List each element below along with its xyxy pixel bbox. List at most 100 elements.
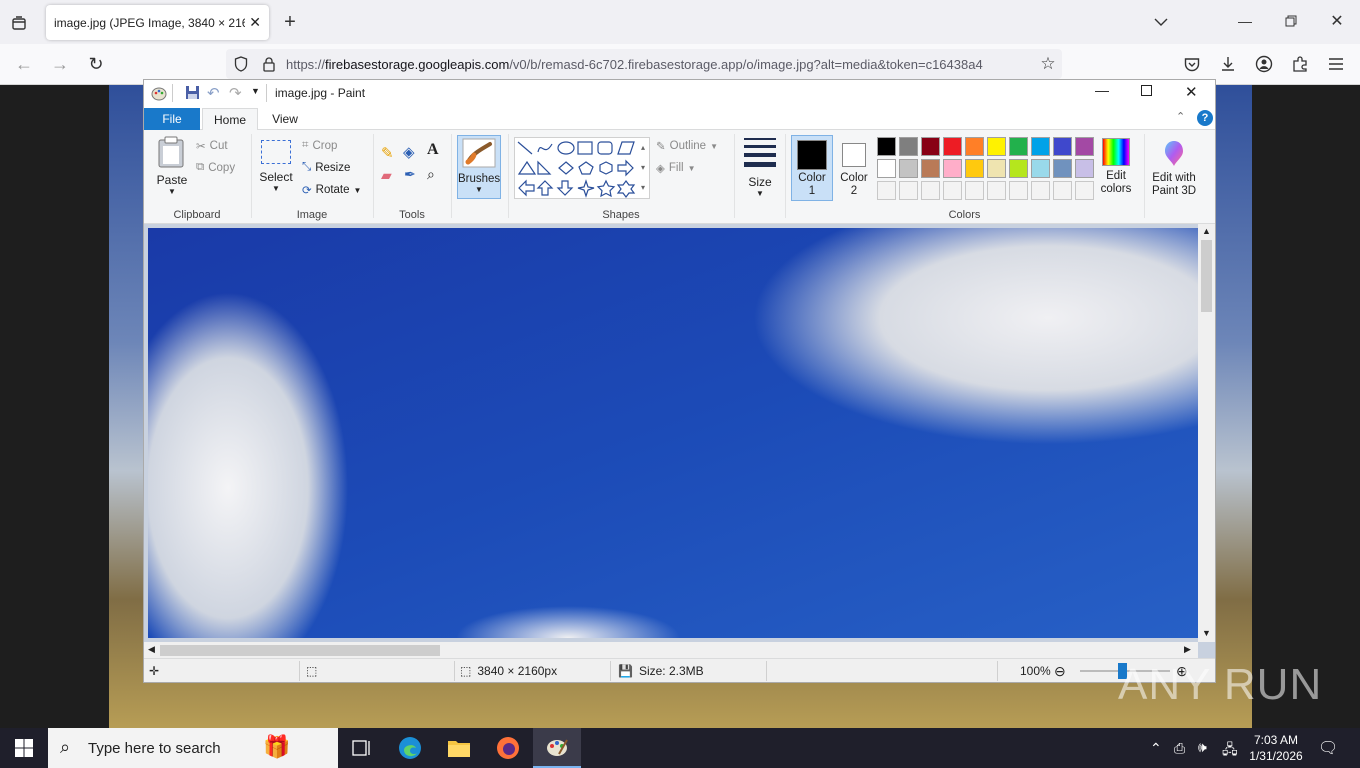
redo-icon[interactable]: ↷ <box>229 84 242 102</box>
new-tab-icon[interactable]: + <box>280 11 300 33</box>
palette-swatch[interactable] <box>1009 181 1028 200</box>
paint-maximize-icon[interactable] <box>1141 85 1152 99</box>
help-icon[interactable]: ? <box>1197 110 1213 126</box>
palette-swatch[interactable] <box>1075 137 1094 156</box>
horizontal-scrollbar[interactable]: ◀ ▶ <box>144 642 1198 658</box>
color-picker-icon[interactable]: ✒ <box>404 166 416 183</box>
edit-with-paint3d-button[interactable]: Edit with Paint 3D <box>1148 136 1200 202</box>
palette-swatch[interactable] <box>965 137 984 156</box>
copy-button[interactable]: ⧉ Copy <box>196 161 235 174</box>
palette-swatch[interactable] <box>987 181 1006 200</box>
palette-swatch[interactable] <box>1075 159 1094 178</box>
palette-swatch[interactable] <box>921 137 940 156</box>
edit-colors-button[interactable]: Edit colors <box>1096 136 1136 202</box>
palette-swatch[interactable] <box>943 137 962 156</box>
system-clock[interactable]: 7:03 AM 1/31/2026 <box>1246 732 1306 764</box>
url-bar[interactable]: https://firebasestorage.googleapis.com/v… <box>226 49 1062 79</box>
paste-button[interactable]: Paste ▼ <box>154 136 190 196</box>
task-view-button[interactable] <box>338 728 386 768</box>
fill-button[interactable]: ◈ Fill ▼ <box>656 161 695 175</box>
color1-button[interactable]: Color 1 <box>791 135 833 201</box>
vertical-scroll-thumb[interactable] <box>1201 240 1212 312</box>
tab-file[interactable]: File <box>144 108 200 130</box>
tracking-shield-icon[interactable] <box>232 55 250 73</box>
downloads-icon[interactable] <box>1218 54 1238 74</box>
lock-icon[interactable] <box>260 55 278 73</box>
magnifier-icon[interactable]: ⌕ <box>427 166 435 183</box>
reload-icon[interactable]: ↻ <box>86 54 106 74</box>
palette-swatch[interactable] <box>1031 159 1050 178</box>
file-explorer-taskbar-button[interactable] <box>435 728 483 768</box>
drawing-canvas[interactable] <box>148 228 1198 638</box>
palette-swatch[interactable] <box>1053 137 1072 156</box>
palette-swatch[interactable] <box>921 181 940 200</box>
list-all-tabs-icon[interactable] <box>1150 12 1172 32</box>
palette-swatch[interactable] <box>899 159 918 178</box>
edge-taskbar-button[interactable] <box>386 728 434 768</box>
app-menu-icon[interactable] <box>1326 54 1346 74</box>
paint-minimize-icon[interactable]: — <box>1095 82 1109 98</box>
palette-swatch[interactable] <box>899 137 918 156</box>
browser-tab[interactable]: image.jpg (JPEG Image, 3840 × 2160 pixel… <box>46 5 269 40</box>
palette-swatch[interactable] <box>1053 159 1072 178</box>
zoom-out-icon[interactable]: ⊖ <box>1054 659 1066 683</box>
account-icon[interactable] <box>1254 54 1274 74</box>
horizontal-scroll-thumb[interactable] <box>160 645 440 656</box>
color2-button[interactable]: Color 2 <box>834 135 874 201</box>
outline-button[interactable]: ✎ Outline ▼ <box>656 139 718 153</box>
text-tool-icon[interactable]: A <box>427 141 439 159</box>
palette-swatch[interactable] <box>1031 137 1050 156</box>
vertical-scrollbar[interactable]: ▲ ▼ <box>1198 224 1215 642</box>
forward-icon[interactable]: → <box>50 54 70 74</box>
bookmark-star-icon[interactable]: ☆ <box>1038 54 1058 74</box>
paint-close-icon[interactable]: ✕ <box>1185 83 1198 101</box>
minimize-icon[interactable]: — <box>1235 10 1255 32</box>
tab-view[interactable]: View <box>260 108 310 130</box>
palette-swatch[interactable] <box>943 159 962 178</box>
select-button[interactable]: Select ▼ <box>258 140 294 200</box>
paint-taskbar-button[interactable] <box>533 728 581 768</box>
shapes-gallery[interactable] <box>514 137 650 199</box>
tab-list-icon[interactable] <box>8 12 30 34</box>
restore-icon[interactable] <box>1280 10 1302 32</box>
palette-swatch[interactable] <box>877 181 896 200</box>
firefox-taskbar-button[interactable] <box>484 728 532 768</box>
network-icon[interactable]: 🖧 <box>1222 739 1238 763</box>
size-button[interactable]: Size ▼ <box>740 138 780 198</box>
notifications-icon[interactable]: 🗨 <box>1318 738 1338 758</box>
palette-swatch[interactable] <box>1053 181 1072 200</box>
palette-swatch[interactable] <box>1031 181 1050 200</box>
pencil-icon[interactable]: ✎ <box>381 144 394 162</box>
customize-toolbar-icon[interactable]: ▼ <box>251 86 260 96</box>
brushes-button[interactable]: Brushes ▼ <box>457 135 501 199</box>
show-hidden-icons[interactable]: ⌃ <box>1150 740 1162 757</box>
volume-icon[interactable]: 🕪 <box>1198 739 1207 756</box>
cut-button[interactable]: ✂ Cut <box>196 139 228 153</box>
taskbar-search[interactable]: ⌕ Type here to search 🎁 <box>48 728 338 768</box>
shapes-scroll[interactable]: ▴ ▾ ▾ <box>637 138 649 198</box>
resize-button[interactable]: ⤡ Resize <box>302 161 350 174</box>
palette-swatch[interactable] <box>921 159 940 178</box>
palette-swatch[interactable] <box>987 159 1006 178</box>
palette-swatch[interactable] <box>899 181 918 200</box>
crop-button[interactable]: ⌗ Crop <box>302 139 337 152</box>
start-button[interactable] <box>0 728 48 768</box>
minimize-ribbon-icon[interactable]: ⌃ <box>1176 110 1185 123</box>
undo-icon[interactable]: ↶ <box>207 84 220 102</box>
fill-bucket-icon[interactable]: ◈ <box>403 143 415 161</box>
palette-swatch[interactable] <box>987 137 1006 156</box>
extensions-icon[interactable] <box>1290 54 1310 74</box>
meet-now-icon[interactable]: ⎙ <box>1174 740 1185 757</box>
back-icon[interactable]: ← <box>14 54 34 74</box>
palette-swatch[interactable] <box>1009 137 1028 156</box>
pocket-icon[interactable] <box>1182 54 1202 74</box>
palette-swatch[interactable] <box>965 159 984 178</box>
palette-swatch[interactable] <box>877 137 896 156</box>
palette-swatch[interactable] <box>965 181 984 200</box>
palette-swatch[interactable] <box>1075 181 1094 200</box>
palette-swatch[interactable] <box>943 181 962 200</box>
rotate-button[interactable]: ⟳ Rotate ▼ <box>302 183 361 197</box>
palette-swatch[interactable] <box>1009 159 1028 178</box>
palette-swatch[interactable] <box>877 159 896 178</box>
tab-home[interactable]: Home <box>202 108 258 130</box>
